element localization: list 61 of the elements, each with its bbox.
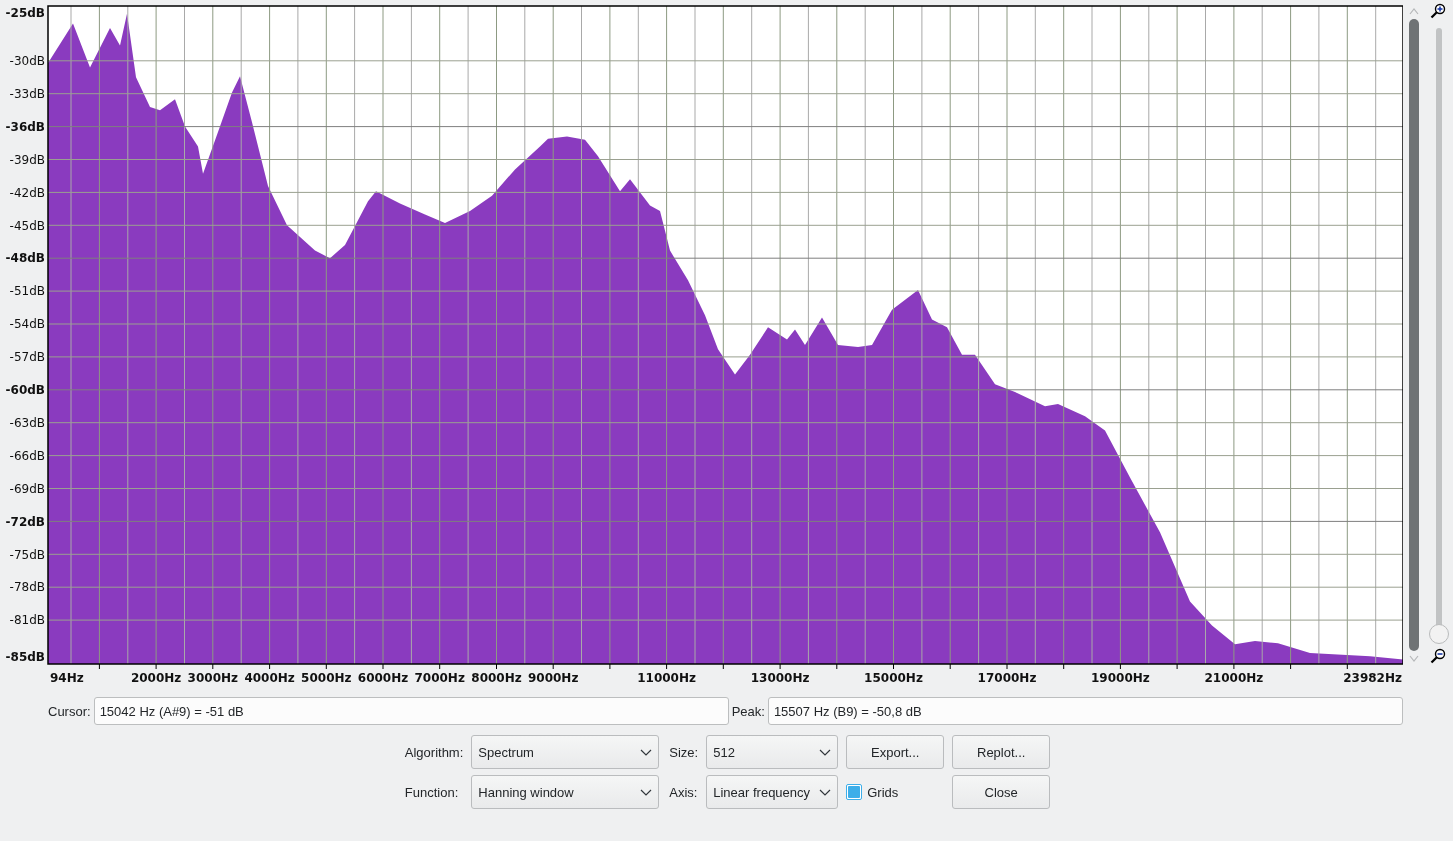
checkbox-label: Grids: [867, 784, 899, 800]
field-label: Axis:: [669, 784, 698, 800]
chevron-down-icon: [819, 788, 832, 796]
y-axis-label: -63dB: [9, 415, 45, 430]
y-axis-label: -30dB: [9, 54, 45, 68]
x-axis-label: 11000Hz: [637, 671, 696, 685]
field-label: Function:: [404, 784, 459, 800]
y-axis-label: -45dB: [9, 218, 45, 233]
dropdown[interactable]: 512: [706, 735, 839, 769]
x-axis-label: 9000Hz: [528, 671, 579, 685]
y-axis-label: -25dB: [5, 6, 45, 21]
x-axis-label: 17000Hz: [977, 671, 1037, 685]
scrollbar-thumb[interactable]: [1409, 19, 1419, 651]
y-axis-label: -85dB: [5, 650, 45, 665]
readout-field[interactable]: 15042 Hz (A#9) = -51 dB: [93, 697, 729, 725]
x-axis-label: 94Hz: [50, 671, 84, 685]
checkbox[interactable]: [846, 784, 863, 800]
push-button[interactable]: Export...: [846, 735, 945, 769]
x-axis-label: 8000Hz: [471, 671, 522, 685]
y-axis-label: -75dB: [9, 547, 45, 562]
chevron-down-icon: [819, 748, 832, 756]
x-axis-label: 23982Hz: [1343, 671, 1402, 685]
dropdown[interactable]: Hanning window: [471, 775, 660, 809]
chevron-down-icon: [640, 788, 653, 796]
field-label: Size:: [669, 744, 699, 760]
zoom-slider-thumb[interactable]: [1429, 624, 1449, 644]
dropdown[interactable]: Spectrum: [471, 735, 660, 769]
x-axis-label: 4000Hz: [244, 671, 295, 685]
y-axis-label: -72dB: [5, 514, 45, 529]
chevron-down-icon: [640, 748, 653, 756]
x-axis-label: 2000Hz: [130, 671, 182, 685]
y-axis-label: -69dB: [9, 481, 45, 496]
y-axis-label: -66dB: [9, 448, 45, 463]
y-axis-label: -36dB: [5, 119, 45, 134]
x-axis-label: 19000Hz: [1091, 671, 1150, 685]
y-axis-label: -42dB: [9, 185, 45, 200]
zoom-out-icon[interactable]: [1430, 648, 1446, 664]
push-button[interactable]: Close: [952, 775, 1051, 809]
field-label: Cursor:: [48, 703, 91, 719]
y-axis-label: -78dB: [9, 580, 45, 595]
x-axis-label: 6000Hz: [357, 671, 409, 685]
y-axis-label: -39dB: [9, 152, 45, 167]
y-axis-label: -33dB: [9, 86, 45, 101]
field-label: Algorithm:: [404, 744, 464, 760]
y-axis-label: -54dB: [9, 317, 45, 332]
push-button[interactable]: Replot...: [952, 735, 1051, 769]
dropdown[interactable]: Linear frequency: [706, 775, 839, 809]
zoom-in-icon[interactable]: [1430, 3, 1446, 19]
field-label: Peak:: [731, 703, 765, 719]
readout-field[interactable]: 15507 Hz (B9) = -50,8 dB: [767, 697, 1403, 725]
y-axis-label: -60dB: [5, 383, 45, 397]
y-axis-label: -51dB: [9, 284, 45, 299]
x-axis-label: 3000Hz: [187, 671, 238, 685]
x-axis-label: 21000Hz: [1204, 671, 1264, 685]
x-axis-label: 5000Hz: [301, 671, 352, 685]
y-axis-label: -57dB: [9, 350, 45, 365]
x-axis-label: 7000Hz: [414, 671, 465, 685]
x-axis-label: 15000Hz: [864, 671, 923, 685]
y-axis-label: -81dB: [9, 613, 45, 628]
x-axis-label: 13000Hz: [750, 671, 810, 685]
y-axis-label: -48dB: [5, 251, 45, 266]
